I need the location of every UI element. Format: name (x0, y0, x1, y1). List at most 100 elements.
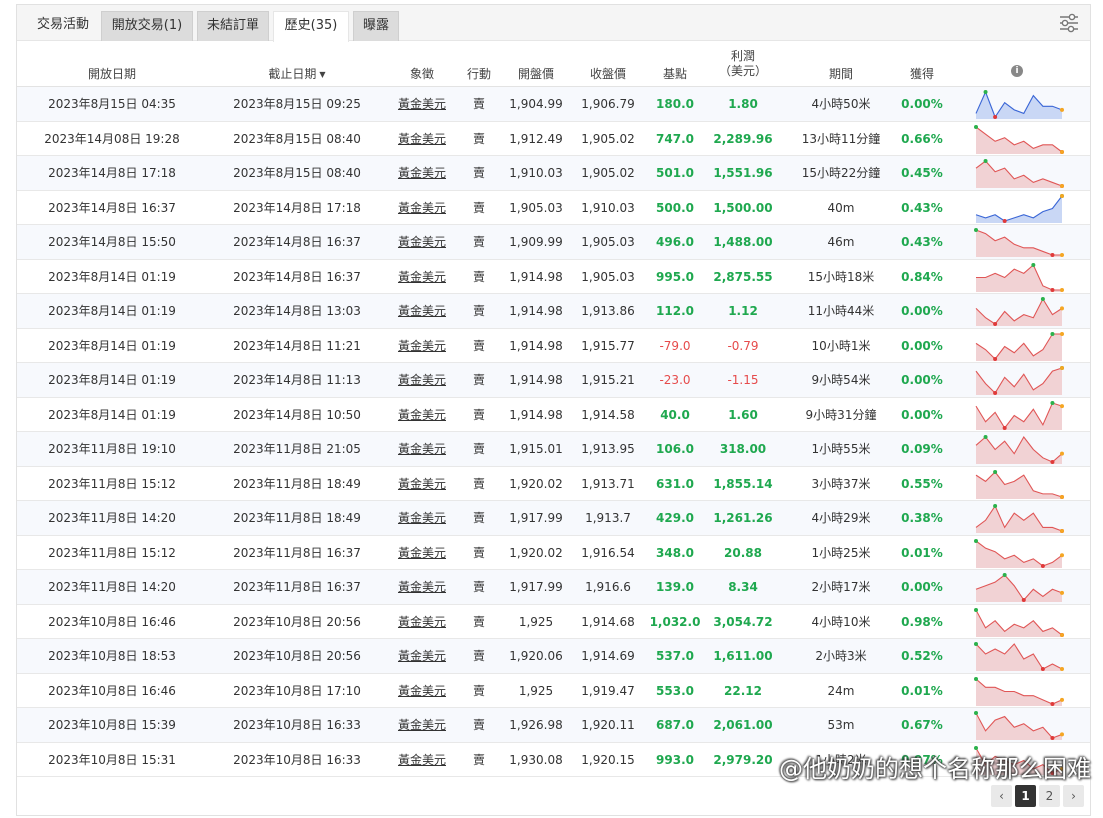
table-row[interactable]: 2023年11月8日 14:20 2023年11月8日 18:49 黃金美元 賣 1,9… (17, 501, 1090, 536)
profit-cell: 20.88 (724, 545, 762, 560)
duration-cell: 15小時22分鐘 (801, 166, 881, 180)
page-1-button[interactable]: 1 (1015, 785, 1036, 807)
table-row[interactable]: 2023年11月8日 15:12 2023年11月8日 18:49 黃金美元賣 1,9… (17, 467, 1090, 502)
table-row[interactable]: 2023年14月08日 19:28 2023年8月15日 08:40 黃金美元賣 1,… (17, 122, 1090, 157)
symbol-link[interactable]: 黃金美元 (387, 743, 457, 778)
column-pips[interactable]: 基點 (645, 45, 705, 87)
table-row[interactable]: 2023年8月14日 01:19 2023年14月8日 16:37 黃金美元賣 1,9… (17, 260, 1090, 295)
equity-sparkline (974, 711, 1064, 740)
symbol-link[interactable]: 黃金美元 (387, 225, 457, 260)
sparkline-last-point (1060, 667, 1064, 671)
column-action[interactable]: 行動 (457, 45, 501, 87)
table-row[interactable]: 2023年8月15日 04:35 2023年8月15日 09:25 黃金美元 賣 1,9… (17, 87, 1090, 122)
close-price-cell: 1,916.6 (585, 580, 631, 594)
close-date-cell: 2023年8月15日 09:25 (233, 97, 361, 111)
open-date-cell: 2023年14月08日 19:28 (44, 131, 180, 146)
symbol-link[interactable]: 黃金美元 (387, 363, 457, 398)
symbol-link[interactable]: 黃金美元 (387, 536, 457, 571)
table-header: 開放日期 截止日期 ▼ 象徵 行動 開盤價 收盤價 基點 利潤 （美元） 期間 獲得… (17, 45, 1090, 87)
table-row[interactable]: 2023年10月8日 18:53 2023年10月8日 20:56 黃金美元 賣 1,9… (17, 639, 1090, 674)
table-row[interactable]: 2023年10月8日 16:46 2023年10月8日 20:56 黃金美元賣 1,9… (17, 605, 1090, 640)
table-row[interactable]: 2023年10月8日 15:39 2023年10月8日 16:33 黃金美元 賣 1,9… (17, 708, 1090, 743)
symbol-link[interactable]: 黃金美元 (387, 87, 457, 122)
symbol-link[interactable]: 黃金美元 (387, 329, 457, 364)
open-date-cell: 2023年8月14日 01:19 (48, 304, 176, 318)
close-price-cell: 1,913.95 (581, 442, 635, 456)
table-row[interactable]: 2023年14月8日 17:18 2023年8月15日 08:40 黃金美元 賣 1,9… (17, 156, 1090, 191)
column-gain[interactable]: 獲得 (887, 45, 957, 87)
column-close-price[interactable]: 收盤價 (571, 45, 645, 87)
symbol-link[interactable]: 黃金美元 (387, 122, 457, 157)
sparkline-min-point (1050, 736, 1055, 740)
table-row[interactable]: 2023年14月8日 16:37 2023年14月8日 17:18 黃金美元賣 1,9… (17, 191, 1090, 226)
sparkline-area (976, 644, 1062, 671)
column-profit[interactable]: 利潤 （美元） (705, 45, 781, 87)
table-row[interactable]: 2023年10月8日 16:46 2023年10月8日 17:10 黃金美元賣 1,9… (17, 674, 1090, 709)
open-price-cell: 1,914.98 (509, 373, 563, 387)
tab-exposure[interactable]: 曝露 (353, 11, 399, 41)
sparkline-min-point (993, 391, 998, 395)
sparkline-last-point (1060, 184, 1064, 188)
symbol-link[interactable]: 黃金美元 (387, 467, 457, 502)
profit-cell: 8.34 (728, 580, 758, 594)
column-open-date[interactable]: 開放日期 (27, 45, 197, 87)
duration-cell: 13小時11分鐘 (801, 131, 881, 146)
sparkline-max-point (974, 538, 978, 543)
symbol-link[interactable]: 黃金美元 (387, 432, 457, 467)
sparkline-last-point (1060, 552, 1064, 557)
open-date-cell: 2023年11月8日 14:20 (48, 511, 176, 525)
open-date-cell: 2023年10月8日 16:46 (48, 614, 176, 629)
tab-trading-activity[interactable]: 交易活動 (23, 11, 103, 41)
open-date-cell: 2023年11月8日 14:20 (48, 580, 176, 594)
sliders-icon[interactable] (1058, 12, 1080, 34)
close-price-cell: 1,905.02 (581, 166, 635, 180)
table-row[interactable]: 2023年8月14日 01:19 2023年14月8日 11:21 黃金美元賣 1,9… (17, 329, 1090, 364)
symbol-link[interactable]: 黃金美元 (387, 294, 457, 329)
table-row[interactable]: 2023年11月8日 15:12 2023年11月8日 16:37 黃金美元賣 1,9… (17, 536, 1090, 571)
pips-cell: 1,032.0 (649, 614, 701, 629)
tab-history[interactable]: 歷史(35) (273, 11, 349, 42)
next-page-button[interactable]: › (1063, 785, 1084, 807)
table-row[interactable]: 2023年11月8日 19:10 2023年11月8日 21:05 黃金美元 賣 1,9… (17, 432, 1090, 467)
symbol-link[interactable]: 黃金美元 (387, 708, 457, 743)
open-date-cell: 2023年8月14日 01:19 (48, 338, 176, 353)
symbol-link[interactable]: 黃金美元 (387, 501, 457, 536)
symbol-link[interactable]: 黃金美元 (387, 398, 457, 433)
symbol-link[interactable]: 黃金美元 (387, 639, 457, 674)
sparkline-min-point (993, 322, 998, 326)
column-close-date[interactable]: 截止日期 ▼ (207, 45, 387, 87)
table-row[interactable]: 2023年8月14日 01:19 2023年14月8日 13:03 黃金美元 賣 1,9… (17, 294, 1090, 329)
close-date-cell: 2023年11月8日 16:37 (233, 545, 361, 560)
symbol-link[interactable]: 黃金美元 (387, 191, 457, 226)
sparkline-min-point (993, 356, 998, 361)
column-open-price[interactable]: 開盤價 (501, 45, 571, 87)
symbol-link[interactable]: 黃金美元 (387, 260, 457, 295)
gain-cell: 0.43% (901, 200, 943, 215)
action-cell: 賣 (472, 649, 485, 663)
sparkline-min-point (1050, 253, 1055, 257)
sparkline-last-point (1060, 590, 1064, 595)
pips-cell: 496.0 (656, 235, 694, 249)
table-row[interactable]: 2023年8月14日 01:19 2023年14月8日 10:50 黃金美元賣 1,9… (17, 398, 1090, 433)
tab-open-trades[interactable]: 開放交易(1) (101, 11, 193, 41)
duration-cell: 15小時18米 (807, 269, 875, 284)
prev-page-button[interactable]: ‹ (991, 785, 1012, 807)
table-row[interactable]: 2023年11月8日 14:20 2023年11月8日 16:37 黃金美元 賣 1,9… (17, 570, 1090, 605)
sparkline-last-point (1060, 632, 1064, 637)
sparkline-max-point (1040, 297, 1045, 301)
page-2-button[interactable]: 2 (1039, 785, 1060, 807)
symbol-link[interactable]: 黃金美元 (387, 570, 457, 605)
sparkline-max-point (974, 228, 978, 232)
column-duration[interactable]: 期間 (781, 45, 901, 87)
table-row[interactable]: 2023年8月14日 01:19 2023年14月8日 11:13 黃金美元 賣 1,9… (17, 363, 1090, 398)
symbol-link[interactable]: 黃金美元 (387, 674, 457, 709)
table-row[interactable]: 2023年14月8日 15:50 2023年14月8日 16:37 黃金美元 賣 1,9… (17, 225, 1090, 260)
symbol-link[interactable]: 黃金美元 (387, 605, 457, 640)
column-symbol[interactable]: 象徵 (387, 45, 457, 87)
pips-cell: -23.0 (659, 373, 691, 387)
tab-pending-orders[interactable]: 未結訂單 (197, 11, 269, 41)
symbol-link[interactable]: 黃金美元 (387, 156, 457, 191)
duration-cell: 53m (827, 718, 855, 732)
info-icon[interactable]: i (1011, 65, 1023, 77)
tab-bar: 交易活動 開放交易(1) 未結訂單 歷史(35) 曝露 (17, 5, 1090, 42)
